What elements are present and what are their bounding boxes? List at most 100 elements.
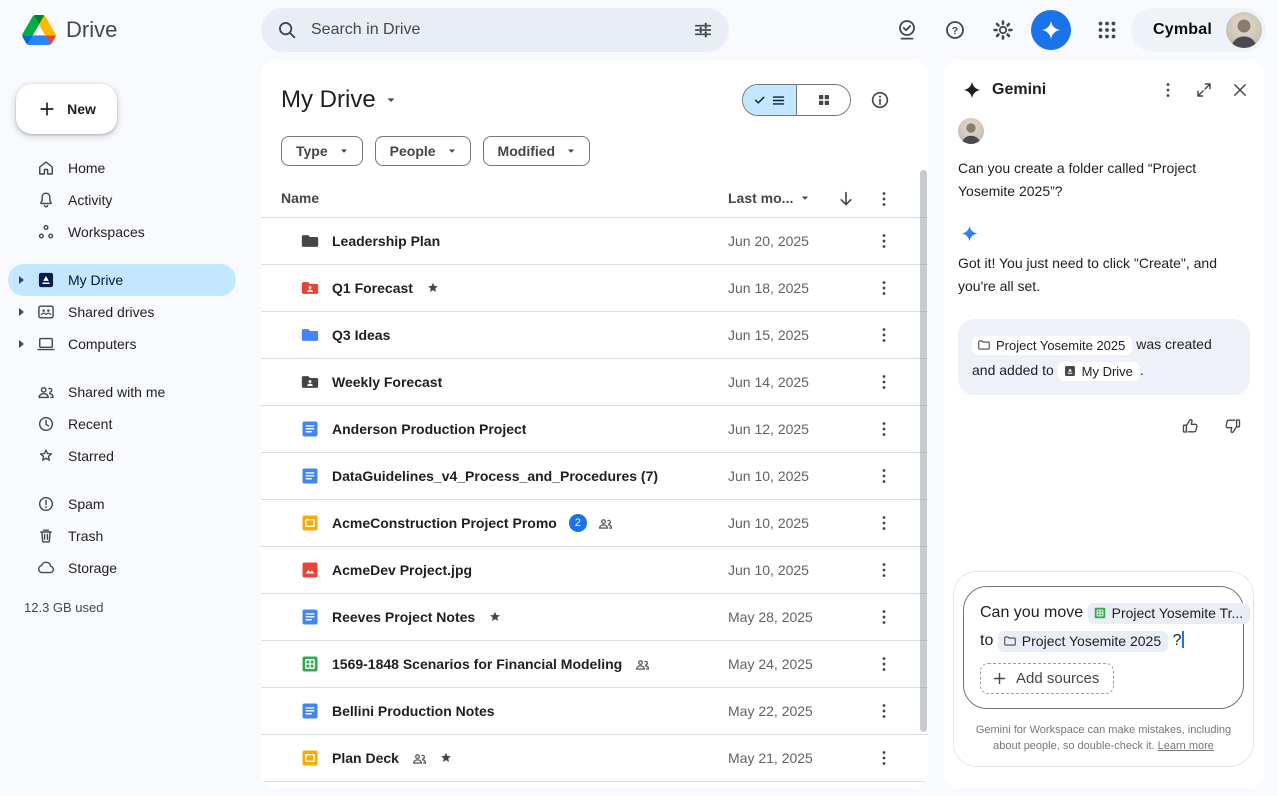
help-icon[interactable]: ? xyxy=(943,18,967,42)
gemini-header: Gemini xyxy=(962,76,1252,104)
chevron-down-icon xyxy=(797,190,813,206)
new-button-label: New xyxy=(67,101,96,117)
sidebar-item-shared-with-me[interactable]: Shared with me xyxy=(8,376,236,408)
file-row[interactable]: Q1 ForecastJun 18, 2025 xyxy=(261,265,928,312)
user-avatar[interactable] xyxy=(1226,12,1262,48)
file-name: Anderson Production Project xyxy=(332,421,526,437)
destination-folder-chip[interactable]: Project Yosemite 2025 xyxy=(998,631,1168,652)
details-info-icon[interactable] xyxy=(868,88,892,112)
file-modified-date: Jun 18, 2025 xyxy=(728,280,809,296)
file-row[interactable]: Leadership PlanJun 20, 2025 xyxy=(261,218,928,265)
sidebar-item-workspaces[interactable]: Workspaces xyxy=(8,216,236,248)
starred-icon xyxy=(438,750,454,766)
row-menu-kebab-icon[interactable] xyxy=(872,370,896,394)
expand-caret-icon[interactable] xyxy=(19,308,24,316)
trash-icon xyxy=(36,526,56,546)
row-menu-kebab-icon[interactable] xyxy=(872,511,896,535)
offline-status-icon[interactable] xyxy=(895,18,919,42)
comment-count-badge[interactable]: 2 xyxy=(569,514,587,532)
expand-caret-icon[interactable] xyxy=(19,340,24,348)
add-sources-button[interactable]: Add sources xyxy=(980,663,1114,694)
gemini-button[interactable] xyxy=(1031,10,1071,50)
folder-icon xyxy=(300,325,320,345)
view-toggle xyxy=(742,84,851,116)
sidebar-item-recent[interactable]: Recent xyxy=(8,408,236,440)
column-name[interactable]: Name xyxy=(281,190,319,206)
list-options-kebab-icon[interactable] xyxy=(872,187,896,211)
sidebar-item-computers[interactable]: Computers xyxy=(8,328,236,360)
folder-chip[interactable]: Project Yosemite 2025 xyxy=(972,336,1132,355)
file-row[interactable]: Q3 IdeasJun 15, 2025 xyxy=(261,312,928,359)
file-modified-date: Jun 14, 2025 xyxy=(728,374,809,390)
sidebar-item-storage[interactable]: Storage xyxy=(8,552,236,584)
row-menu-kebab-icon[interactable] xyxy=(872,699,896,723)
thumbs-down-icon[interactable] xyxy=(1220,414,1244,438)
sidebar-item-shared-drives[interactable]: Shared drives xyxy=(8,296,236,328)
main-content: My Drive Type People xyxy=(261,60,928,788)
file-source-chip[interactable]: Project Yosemite Tr... xyxy=(1088,603,1251,624)
slides-icon xyxy=(300,748,320,768)
close-icon[interactable] xyxy=(1228,78,1252,102)
gemini-menu-kebab-icon[interactable] xyxy=(1156,78,1180,102)
file-row[interactable]: AcmeDev Project.jpgJun 10, 2025 xyxy=(261,547,928,594)
my-drive-chip[interactable]: My Drive xyxy=(1058,362,1140,381)
filter-people-button[interactable]: People xyxy=(375,136,471,166)
row-menu-kebab-icon[interactable] xyxy=(872,417,896,441)
search-icon[interactable] xyxy=(275,18,299,42)
computers-icon xyxy=(36,334,56,354)
row-menu-kebab-icon[interactable] xyxy=(872,323,896,347)
sidebar-item-label: Workspaces xyxy=(68,224,145,240)
advanced-search-icon[interactable] xyxy=(691,18,715,42)
filter-type-button[interactable]: Type xyxy=(281,136,363,166)
file-row[interactable]: AcmeConstruction Project Promo2Jun 10, 2… xyxy=(261,500,928,547)
title-row: My Drive xyxy=(281,84,892,116)
gemini-reply-spark-icon xyxy=(960,224,1264,243)
column-modified[interactable]: Last mo... xyxy=(728,190,813,206)
drive-logo[interactable]: Drive xyxy=(0,15,234,45)
settings-gear-icon[interactable] xyxy=(991,18,1015,42)
activity-icon xyxy=(36,190,56,210)
file-row[interactable]: 1569-1848 Scenarios for Financial Modeli… xyxy=(261,641,928,688)
chat-input[interactable]: Can you move Project Yosemite Tr... to P… xyxy=(963,586,1244,709)
page-title[interactable]: My Drive xyxy=(281,86,400,114)
file-list-header: Name Last mo... xyxy=(261,184,928,218)
google-apps-icon[interactable] xyxy=(1095,18,1119,42)
search-input[interactable] xyxy=(309,20,691,40)
file-row[interactable]: Anderson Production ProjectJun 12, 2025 xyxy=(261,406,928,453)
sidebar-item-activity[interactable]: Activity xyxy=(8,184,236,216)
file-name: Reeves Project Notes xyxy=(332,609,475,625)
sidebar-item-home[interactable]: Home xyxy=(8,152,236,184)
file-row[interactable]: Plan DeckMay 21, 2025 xyxy=(261,735,928,782)
file-row[interactable]: Reeves Project NotesMay 28, 2025 xyxy=(261,594,928,641)
new-button[interactable]: New xyxy=(16,84,117,134)
learn-more-link[interactable]: Learn more xyxy=(1158,740,1214,752)
filter-modified-button[interactable]: Modified xyxy=(483,136,591,166)
list-view-button[interactable] xyxy=(743,85,797,115)
expand-caret-icon[interactable] xyxy=(19,276,24,284)
composer-container: Can you move Project Yosemite Tr... to P… xyxy=(953,571,1254,767)
grid-view-button[interactable] xyxy=(797,85,850,115)
search-bar[interactable] xyxy=(261,8,729,52)
file-row[interactable]: Weekly ForecastJun 14, 2025 xyxy=(261,359,928,406)
starred-icon xyxy=(425,280,441,296)
thumbs-up-icon[interactable] xyxy=(1179,414,1203,438)
row-menu-kebab-icon[interactable] xyxy=(872,276,896,300)
expand-icon[interactable] xyxy=(1192,78,1216,102)
row-menu-kebab-icon[interactable] xyxy=(872,652,896,676)
check-icon xyxy=(753,93,767,107)
sidebar-item-starred[interactable]: Starred xyxy=(8,440,236,472)
account-pill[interactable]: Cymbal xyxy=(1131,8,1266,52)
file-row[interactable]: Bellini Production NotesMay 22, 2025 xyxy=(261,688,928,735)
row-menu-kebab-icon[interactable] xyxy=(872,229,896,253)
sidebar-item-label: My Drive xyxy=(68,272,123,288)
row-menu-kebab-icon[interactable] xyxy=(872,605,896,629)
file-row[interactable]: DataGuidelines_v4_Process_and_Procedures… xyxy=(261,453,928,500)
scrollbar-thumb[interactable] xyxy=(920,170,927,732)
sort-direction-icon[interactable] xyxy=(834,187,858,211)
row-menu-kebab-icon[interactable] xyxy=(872,746,896,770)
sidebar-item-my-drive[interactable]: My Drive xyxy=(8,264,236,296)
row-menu-kebab-icon[interactable] xyxy=(872,558,896,582)
row-menu-kebab-icon[interactable] xyxy=(872,464,896,488)
sidebar-item-spam[interactable]: Spam xyxy=(8,488,236,520)
sidebar-item-trash[interactable]: Trash xyxy=(8,520,236,552)
